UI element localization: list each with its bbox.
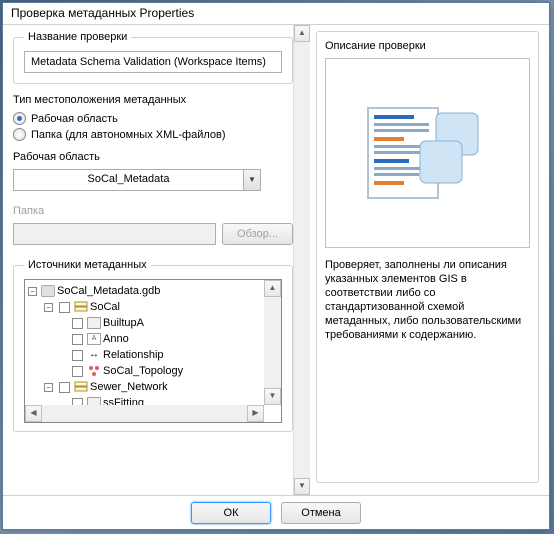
browse-button: Обзор... — [222, 223, 293, 245]
cancel-button[interactable]: Отмена — [281, 502, 361, 524]
scroll-down-icon[interactable]: ▼ — [264, 388, 281, 405]
tree-scrollbar-vertical[interactable]: ▲ ▼ — [264, 280, 281, 405]
dialog-window: Проверка метаданных Properties Название … — [2, 2, 550, 530]
dialog-footer: ОК Отмена — [3, 495, 549, 529]
checkbox[interactable] — [59, 302, 70, 313]
ok-button[interactable]: ОК — [191, 502, 271, 524]
collapse-icon[interactable]: − — [44, 303, 53, 312]
featureclass-icon — [87, 317, 101, 329]
tree-item-label: SoCal — [90, 299, 120, 315]
preview-image — [325, 58, 530, 248]
tree-item-label: BuiltupA — [103, 315, 144, 331]
scroll-up-icon[interactable]: ▲ — [294, 25, 310, 42]
check-name-legend: Название проверки — [24, 31, 131, 43]
workspace-combo[interactable]: SoCal_Metadata ▼ — [13, 169, 261, 191]
tree-scrollbar-horizontal[interactable]: ◀ ▶ — [25, 405, 264, 422]
checkbox[interactable] — [72, 366, 83, 377]
tree-box: − SoCal_Metadata.gdb − SoCal — [24, 279, 282, 423]
scroll-left-icon[interactable]: ◀ — [25, 405, 42, 422]
workspace-label: Рабочая область — [13, 151, 293, 163]
check-name-group: Название проверки — [13, 31, 293, 84]
description-text: Проверяет, заполнены ли описания указанн… — [325, 258, 530, 342]
checkbox[interactable] — [59, 382, 70, 393]
scroll-down-icon[interactable]: ▼ — [294, 478, 310, 495]
tree-item-label: Anno — [103, 331, 129, 347]
title-bar: Проверка метаданных Properties — [3, 3, 549, 25]
folder-label: Папка — [13, 205, 293, 217]
tree-item[interactable]: BuiltupA — [28, 315, 278, 331]
relationship-icon: ↔ — [87, 349, 101, 361]
dropdown-icon[interactable]: ▼ — [243, 170, 260, 190]
tree-item[interactable]: SoCal_Topology — [28, 363, 278, 379]
radio-workspace-label: Рабочая область — [31, 113, 118, 125]
radio-folder-row[interactable]: Папка (для автономных XML-файлов) — [13, 128, 293, 141]
location-type-label: Тип местоположения метаданных — [13, 94, 293, 106]
tree-root[interactable]: − SoCal_Metadata.gdb — [28, 283, 278, 299]
dataset-icon — [74, 301, 88, 313]
description-legend: Описание проверки — [325, 40, 530, 52]
description-group: Описание проверки — [316, 31, 539, 483]
content-area: Название проверки Тип местоположения мет… — [3, 25, 549, 495]
tree-item-label: Sewer_Network — [90, 379, 168, 395]
tree-ds-socal[interactable]: − SoCal — [28, 299, 278, 315]
tree-item-label: Relationship — [103, 347, 164, 363]
left-panel: Название проверки Тип местоположения мет… — [3, 25, 293, 495]
window-title: Проверка метаданных Properties — [11, 6, 194, 20]
checkbox[interactable] — [72, 350, 83, 361]
dataset-icon — [74, 381, 88, 393]
geodatabase-icon — [41, 285, 55, 297]
scroll-up-icon[interactable]: ▲ — [264, 280, 281, 297]
workspace-combo-text: SoCal_Metadata — [14, 170, 243, 190]
radio-folder[interactable] — [13, 128, 26, 141]
checkbox[interactable] — [72, 334, 83, 345]
annotation-icon: A — [87, 333, 101, 345]
collapse-icon[interactable]: − — [28, 287, 37, 296]
tree-root-label: SoCal_Metadata.gdb — [57, 283, 160, 299]
right-panel: Описание проверки — [310, 25, 549, 495]
check-name-input[interactable] — [24, 51, 282, 73]
collapse-icon[interactable]: − — [44, 383, 53, 392]
tree-ds-sewer[interactable]: − Sewer_Network — [28, 379, 278, 395]
tree-item[interactable]: A Anno — [28, 331, 278, 347]
left-panel-scrollbar[interactable]: ▲ ▼ — [293, 25, 310, 495]
sources-legend: Источники метаданных — [24, 259, 151, 271]
scroll-right-icon[interactable]: ▶ — [247, 405, 264, 422]
tree-item-label: SoCal_Topology — [103, 363, 183, 379]
radio-workspace[interactable] — [13, 112, 26, 125]
sources-group: Источники метаданных − SoCal_Metadata.gd… — [13, 259, 293, 432]
checkbox[interactable] — [72, 318, 83, 329]
radio-folder-label: Папка (для автономных XML-файлов) — [31, 129, 226, 141]
metadata-tree[interactable]: − SoCal_Metadata.gdb − SoCal — [25, 280, 281, 423]
folder-input — [13, 223, 216, 245]
topology-icon — [87, 365, 101, 377]
tree-item[interactable]: ↔ Relationship — [28, 347, 278, 363]
radio-workspace-row[interactable]: Рабочая область — [13, 112, 293, 125]
